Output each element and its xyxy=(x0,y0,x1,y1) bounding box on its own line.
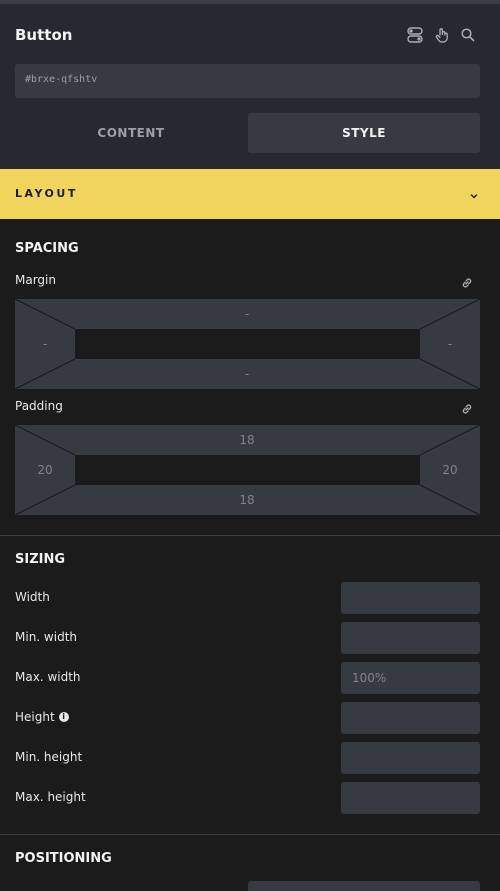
element-title: Button xyxy=(15,26,73,44)
width-label: Width xyxy=(15,590,50,604)
margin-right-input[interactable]: - xyxy=(420,337,480,351)
tab-style[interactable]: STYLE xyxy=(248,113,480,153)
sizing-title: SIZING xyxy=(15,552,66,567)
spacing-title: SPACING xyxy=(15,241,79,256)
search-icon[interactable] xyxy=(459,26,477,44)
max-width-input[interactable]: 100% xyxy=(341,662,480,694)
padding-left-input[interactable]: 20 xyxy=(15,463,75,477)
max-height-input[interactable] xyxy=(341,782,480,814)
min-height-label: Min. height xyxy=(15,750,83,764)
hand-pointer-icon[interactable] xyxy=(433,26,451,44)
height-input[interactable] xyxy=(341,702,480,734)
height-label: Height xyxy=(15,710,55,724)
padding-box: 18 18 20 20 xyxy=(15,425,480,515)
panel-header: Button #brxe-qfshtv CONTENT STYLE xyxy=(0,4,500,169)
padding-label: Padding xyxy=(15,399,63,413)
layout-section-header[interactable]: LAYOUT xyxy=(0,169,500,219)
margin-label: Margin xyxy=(15,273,56,287)
min-height-input[interactable] xyxy=(341,742,480,774)
max-width-label: Max. width xyxy=(15,670,81,684)
css-id-value: #brxe-qfshtv xyxy=(25,74,98,85)
css-id-field[interactable]: #brxe-qfshtv xyxy=(15,64,480,98)
tab-content[interactable]: CONTENT xyxy=(15,113,247,153)
link-icon[interactable] xyxy=(460,275,474,289)
margin-left-input[interactable]: - xyxy=(15,337,75,351)
padding-bottom-input[interactable]: 18 xyxy=(217,493,277,507)
margin-box: - - - - xyxy=(15,299,480,389)
section-divider xyxy=(0,834,500,835)
min-width-input[interactable] xyxy=(341,622,480,654)
height-label-row: Height i xyxy=(15,710,69,724)
info-icon[interactable]: i xyxy=(58,712,69,722)
toggle-icon[interactable] xyxy=(406,26,424,44)
margin-top-input[interactable]: - xyxy=(217,307,277,321)
chevron-down-icon xyxy=(468,187,480,199)
width-input[interactable] xyxy=(341,582,480,614)
link-icon[interactable] xyxy=(460,401,474,415)
max-width-placeholder: 100% xyxy=(352,671,387,685)
padding-right-input[interactable]: 20 xyxy=(420,463,480,477)
section-divider xyxy=(0,535,500,536)
position-select[interactable] xyxy=(248,881,480,891)
padding-top-input[interactable]: 18 xyxy=(217,433,277,447)
max-height-label: Max. height xyxy=(15,790,86,804)
min-width-label: Min. width xyxy=(15,630,77,644)
positioning-title: POSITIONING xyxy=(15,851,112,866)
layout-label: LAYOUT xyxy=(15,187,78,200)
margin-bottom-input[interactable]: - xyxy=(217,367,277,381)
